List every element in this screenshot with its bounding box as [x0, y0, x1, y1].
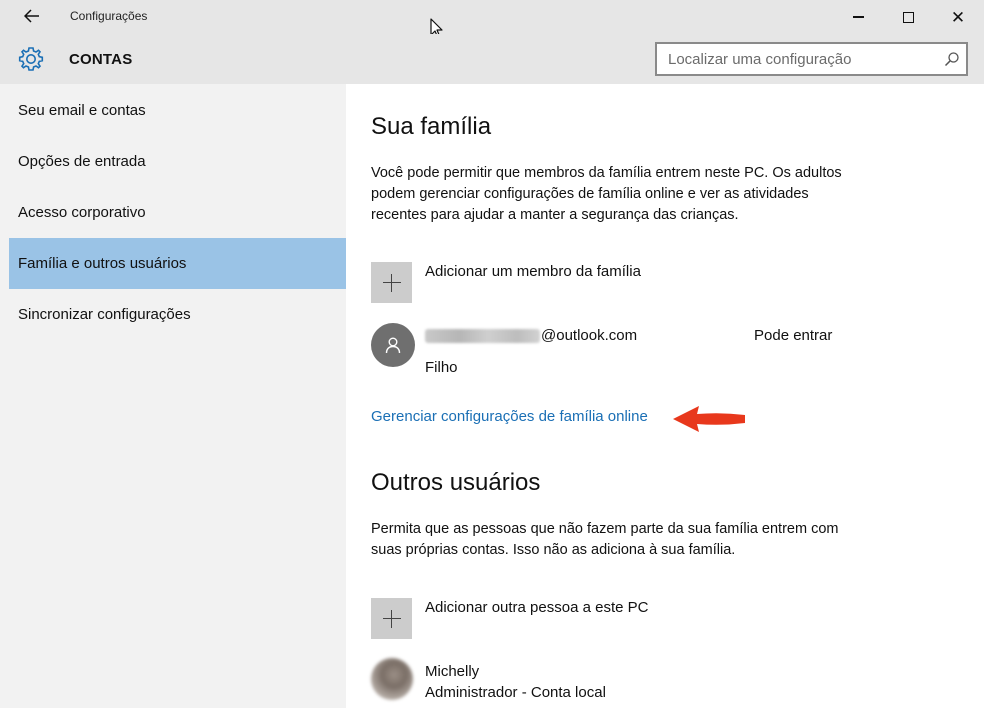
user-name[interactable]: Michelly: [425, 663, 479, 680]
sidebar-item-sync-settings[interactable]: Sincronizar configurações: [9, 289, 346, 340]
maximize-button[interactable]: [884, 0, 932, 34]
add-family-member-label[interactable]: Adicionar um membro da família: [425, 263, 641, 280]
app-title: Configurações: [70, 9, 148, 23]
add-other-person-label[interactable]: Adicionar outra pessoa a este PC: [425, 599, 648, 616]
manage-family-online-link[interactable]: Gerenciar configurações de família onlin…: [371, 408, 648, 425]
maximize-icon: [902, 11, 914, 23]
member-status: Pode entrar: [754, 327, 833, 344]
settings-header: CONTAS: [0, 34, 984, 84]
section-title: CONTAS: [69, 51, 133, 68]
sidebar-item-work-access[interactable]: Acesso corporativo: [9, 187, 346, 238]
user-photo[interactable]: [371, 658, 413, 700]
search-icon[interactable]: [944, 51, 960, 67]
other-users-description: Permita que as pessoas que não fazem par…: [371, 521, 839, 558]
add-family-member-button[interactable]: [371, 262, 412, 303]
search-box[interactable]: [655, 42, 968, 76]
other-users-heading: Outros usuários: [371, 469, 541, 496]
main-content: Sua família Você pode permitir que membr…: [346, 84, 984, 708]
family-heading: Sua família: [371, 113, 492, 140]
sidebar-item-email-accounts[interactable]: Seu email e contas: [9, 85, 346, 136]
red-arrow-annotation-icon: [673, 406, 745, 432]
redacted-username: [425, 328, 540, 343]
minimize-icon: [852, 16, 864, 18]
family-description: Você pode permitir que membros da famíli…: [371, 165, 842, 223]
plus-icon: [382, 609, 401, 628]
plus-icon: [382, 273, 401, 292]
add-other-person-button[interactable]: [371, 598, 412, 639]
user-account-type: Administrador - Conta local: [425, 684, 606, 701]
back-button[interactable]: [16, 4, 48, 28]
close-icon: ✕: [950, 7, 966, 27]
search-input[interactable]: [657, 44, 937, 74]
title-bar: Configurações ✕: [0, 0, 984, 34]
sidebar: Seu email e contas Opções de entrada Ace…: [0, 84, 346, 708]
member-email[interactable]: @outlook.com: [425, 327, 637, 344]
member-email-domain: @outlook.com: [541, 327, 638, 344]
close-button[interactable]: ✕: [934, 0, 982, 34]
person-icon: [385, 337, 401, 354]
sidebar-item-sign-in-options[interactable]: Opções de entrada: [9, 136, 346, 187]
gear-icon: [18, 47, 44, 71]
arrow-left-icon: [24, 9, 39, 23]
sidebar-item-family-users[interactable]: Família e outros usuários: [9, 238, 346, 289]
member-role: Filho: [425, 359, 458, 376]
minimize-button[interactable]: [834, 0, 882, 34]
avatar[interactable]: [371, 323, 415, 367]
